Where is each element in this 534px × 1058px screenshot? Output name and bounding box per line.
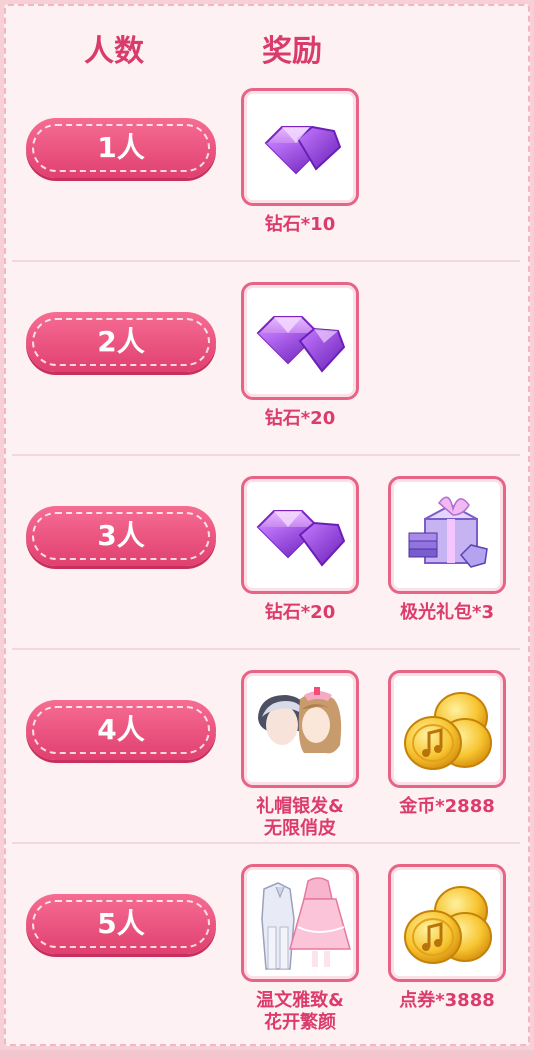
table-header: 人数 奖励 <box>0 26 534 69</box>
count-label: 1人 <box>97 131 145 164</box>
hair-avatar-icon <box>258 687 342 754</box>
row-divider <box>12 260 520 262</box>
reward-box <box>241 476 359 594</box>
reward-box <box>241 282 359 400</box>
reward-label: 钻石*10 <box>264 214 336 235</box>
reward-label: 钻石*20 <box>264 602 336 623</box>
count-pill: 2人 <box>26 312 216 372</box>
reward-item[interactable]: 钻石*10 <box>241 88 361 236</box>
row-divider <box>12 648 520 650</box>
reward-label-line: 花开繁颜 <box>264 1012 336 1033</box>
reward-box <box>241 670 359 788</box>
reward-label-line: 礼帽银发& <box>256 796 344 817</box>
reward-item[interactable]: 金币*2888 <box>388 670 508 818</box>
count-label: 4人 <box>97 713 145 746</box>
reward-row-3: 3人 钻石*20 极光礼包*3 <box>12 476 520 670</box>
gold-coin-icon <box>404 692 492 770</box>
reward-item[interactable]: 极光礼包*3 <box>388 476 508 624</box>
reward-label: 点券*3888 <box>399 990 495 1011</box>
reward-label: 温文雅致& 花开繁颜 <box>241 990 359 1034</box>
diamond-icon <box>256 510 346 567</box>
row-divider <box>12 454 520 456</box>
reward-row-2: 2人 钻石*20 <box>12 282 520 476</box>
reward-label: 极光礼包*3 <box>400 602 494 623</box>
count-label: 2人 <box>97 325 145 358</box>
reward-label: 礼帽银发& 无限俏皮 <box>241 796 359 840</box>
reward-box <box>241 864 359 982</box>
outfit-icon <box>261 877 351 970</box>
reward-item[interactable]: 温文雅致& 花开繁颜 <box>241 864 361 1034</box>
count-pill: 4人 <box>26 700 216 760</box>
header-reward: 奖励 <box>262 34 322 69</box>
count-pill: 5人 <box>26 894 216 954</box>
reward-label-line: 温文雅致& <box>256 990 344 1011</box>
reward-row-1: 1人 钻石*10 <box>12 88 520 282</box>
reward-item[interactable]: 礼帽银发& 无限俏皮 <box>241 670 361 840</box>
count-pill: 3人 <box>26 506 216 566</box>
reward-item[interactable]: 钻石*20 <box>241 282 361 430</box>
reward-item[interactable]: 钻石*20 <box>241 476 361 624</box>
reward-label-line: 无限俏皮 <box>264 818 336 839</box>
count-label: 3人 <box>97 519 145 552</box>
reward-box <box>388 670 506 788</box>
reward-label: 钻石*20 <box>264 408 336 429</box>
header-count: 人数 <box>84 34 144 69</box>
reward-box <box>388 476 506 594</box>
reward-row-4: 4人 礼帽银发& 无限俏皮 金币*2888 <box>12 670 520 864</box>
reward-box <box>241 88 359 206</box>
diamond-icon <box>264 125 342 175</box>
gift-box-icon <box>408 496 488 568</box>
reward-row-5: 5人 温文雅致& 花开繁颜 点券*3888 <box>12 864 520 1058</box>
count-label: 5人 <box>97 907 145 940</box>
coupon-coin-icon <box>404 886 492 964</box>
reward-item[interactable]: 点券*3888 <box>388 864 508 1012</box>
row-divider <box>12 842 520 844</box>
count-pill: 1人 <box>26 118 216 178</box>
reward-box <box>388 864 506 982</box>
reward-label: 金币*2888 <box>399 796 495 817</box>
diamond-icon <box>256 316 346 373</box>
